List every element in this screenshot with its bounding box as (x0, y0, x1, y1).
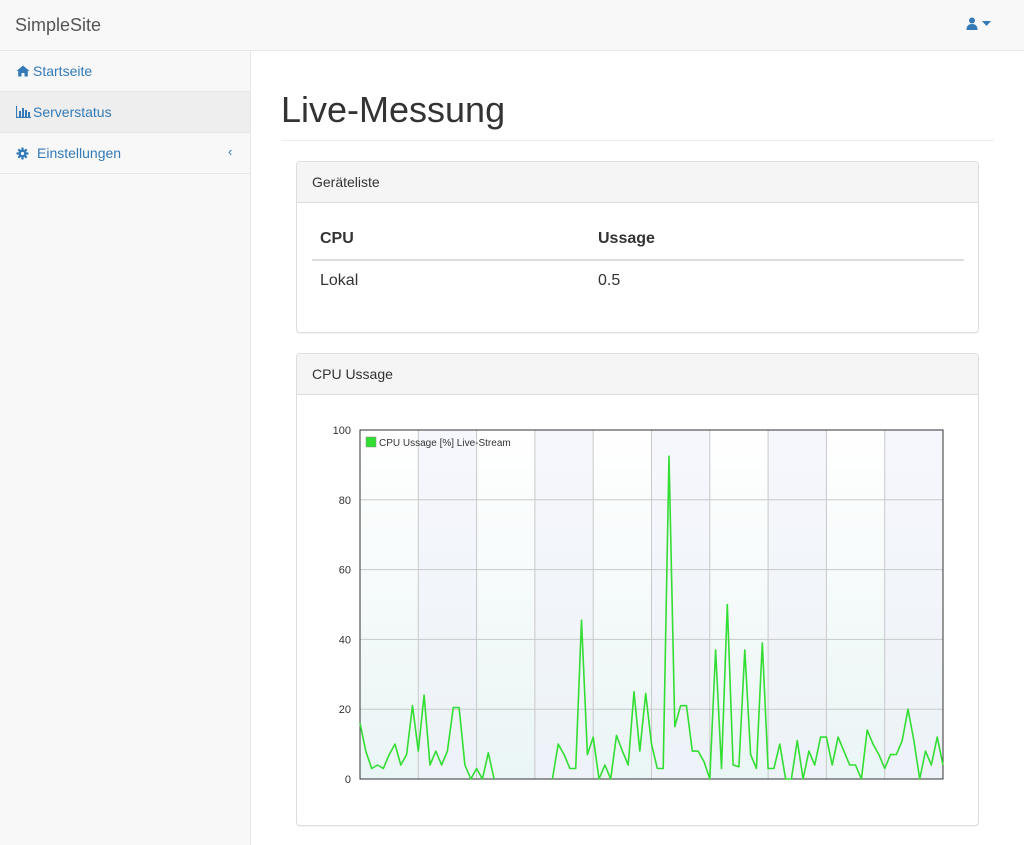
user-menu-toggle[interactable] (966, 17, 991, 30)
y-tick-label: 40 (339, 634, 351, 646)
cpu-usage-chart: 0 20 40 60 80 100 CPU Ussage [%] Live-Stream (333, 425, 944, 786)
y-tick-label: 0 (345, 774, 351, 786)
user-icon (966, 17, 978, 30)
sidebar-item-einstellungen[interactable]: Einstellungen ‹ (0, 133, 250, 174)
grid-band (651, 430, 710, 779)
sidebar-item-label: Serverstatus (33, 104, 112, 120)
title-divider (281, 140, 994, 141)
cpu-usage-panel: CPU Ussage 0 20 40 60 80 100 CPU Ussage [%] Li… (296, 353, 979, 826)
y-tick-label: 60 (339, 565, 351, 577)
table-cell: Lokal (320, 271, 359, 289)
gear-icon (16, 147, 32, 160)
table-cell: 0.5 (598, 271, 621, 289)
column-header: CPU (312, 218, 590, 261)
home-icon (16, 65, 32, 77)
device-list-panel: Geräteliste CPU Ussage Lokal 0.5 (296, 161, 979, 333)
sidebar-item-serverstatus[interactable]: Serverstatus (0, 92, 250, 133)
panel-heading: Geräteliste (297, 162, 978, 203)
sidebar-item-startseite[interactable]: Startseite (0, 51, 250, 92)
legend-label: CPU Ussage [%] Live-Stream (379, 438, 511, 449)
sidebar-item-label: Einstellungen (37, 145, 122, 161)
y-tick-label: 20 (339, 704, 351, 716)
legend-swatch (365, 436, 377, 448)
main-content: Live-Messung Geräteliste CPU Ussage Loka… (251, 51, 1024, 845)
grid-band (768, 430, 827, 779)
sidebar: Startseite Serverstatus Einstellungen ‹ (0, 51, 251, 845)
bar-chart-icon (16, 106, 32, 118)
table-header-row: CPU Ussage (312, 218, 964, 261)
chevron-left-icon: ‹ (228, 144, 233, 159)
page-title: Live-Messung (281, 89, 506, 130)
panel-heading: CPU Ussage (297, 354, 978, 395)
column-header: Ussage (590, 218, 964, 261)
grid-band (534, 430, 594, 779)
caret-down-icon (982, 20, 991, 26)
y-tick-label: 100 (333, 425, 351, 437)
y-tick-label: 80 (339, 495, 351, 507)
brand-link[interactable]: SimpleSite (15, 15, 101, 36)
sidebar-item-label: Startseite (33, 63, 93, 79)
table-row: Lokal 0.5 (312, 260, 964, 300)
navbar: SimpleSite (0, 0, 1024, 51)
grid-band (884, 430, 943, 779)
device-table: CPU Ussage Lokal 0.5 (312, 218, 964, 300)
